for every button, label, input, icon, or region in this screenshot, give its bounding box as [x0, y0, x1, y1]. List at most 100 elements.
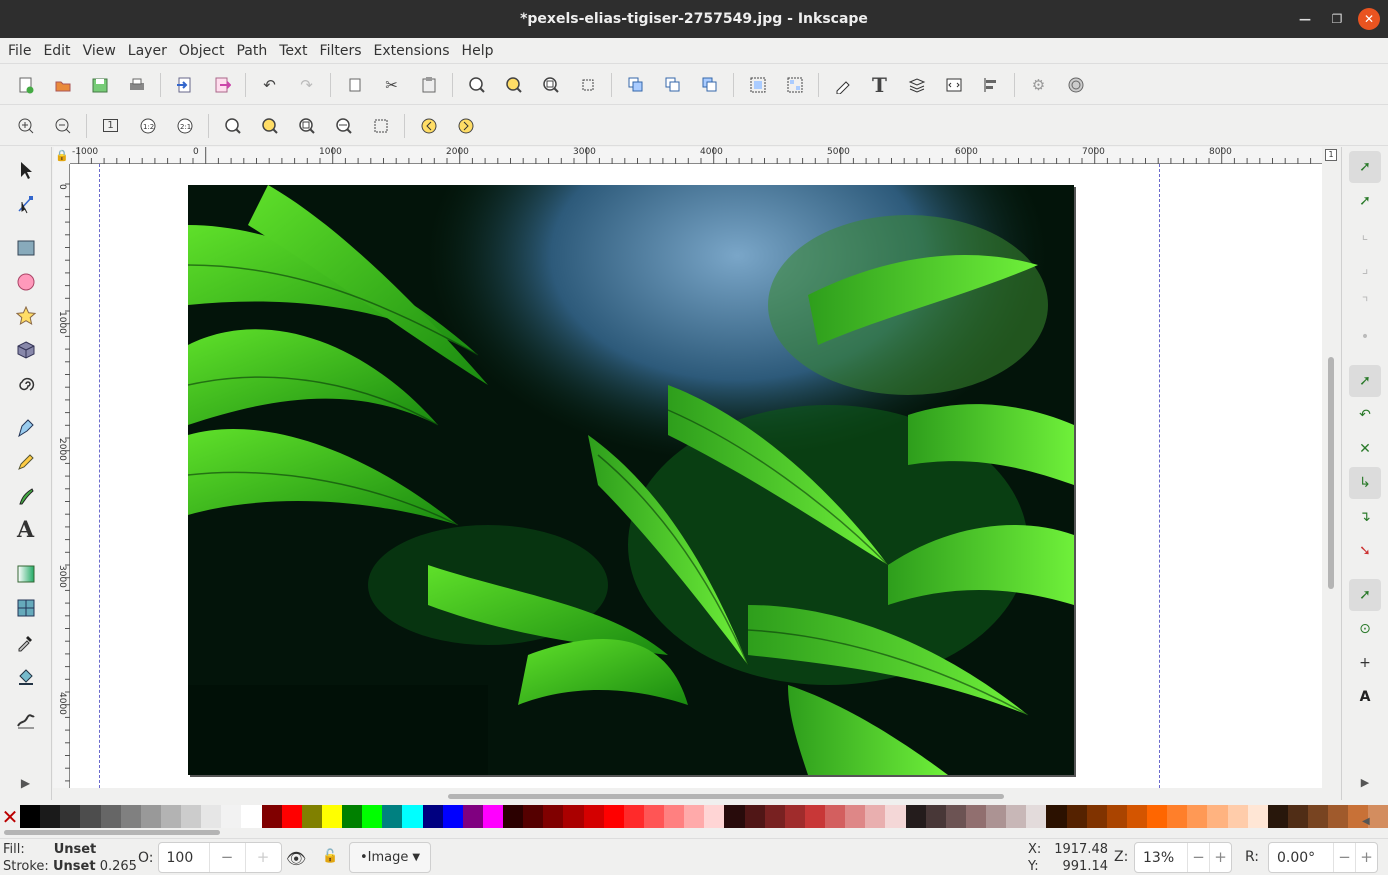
color-swatch[interactable]: [462, 805, 483, 828]
zoom-selection-icon[interactable]: [215, 110, 250, 142]
palette-menu-icon[interactable]: ◀: [1362, 816, 1370, 827]
menu-object[interactable]: Object: [173, 43, 231, 59]
snap-intersection-icon[interactable]: ✕: [1349, 433, 1381, 465]
fill-stroke-icon[interactable]: [825, 69, 860, 101]
snapbar-expand-icon[interactable]: ▶: [1349, 766, 1381, 798]
color-swatch[interactable]: [1328, 805, 1349, 828]
color-swatch[interactable]: [744, 805, 765, 828]
drawing-canvas[interactable]: [70, 164, 1322, 788]
lock-guides-icon[interactable]: 🔒: [54, 147, 70, 164]
save-icon[interactable]: [82, 69, 117, 101]
layer-visibility-icon[interactable]: 👁: [286, 849, 306, 868]
zoom-in-icon[interactable]: [8, 110, 43, 142]
selector-tool-icon[interactable]: [9, 153, 43, 187]
rectangle-tool-icon[interactable]: [9, 231, 43, 265]
redo-icon[interactable]: ↷: [289, 69, 324, 101]
color-swatch[interactable]: [100, 805, 121, 828]
no-paint-swatch[interactable]: ✕: [0, 805, 20, 829]
maximize-icon[interactable]: ❐: [1326, 8, 1348, 30]
color-swatch[interactable]: [1026, 805, 1047, 828]
rotation-increase-button[interactable]: +: [1355, 843, 1377, 872]
print-icon[interactable]: [119, 69, 154, 101]
color-swatch[interactable]: [603, 805, 624, 828]
paint-bucket-tool-icon[interactable]: [9, 659, 43, 693]
mesh-tool-icon[interactable]: [9, 591, 43, 625]
preferences-icon[interactable]: ⚙: [1021, 69, 1056, 101]
color-swatch[interactable]: [965, 805, 986, 828]
text-font-icon[interactable]: T: [862, 69, 897, 101]
menu-view[interactable]: View: [77, 43, 122, 59]
color-swatch[interactable]: [664, 805, 685, 828]
color-swatch[interactable]: [301, 805, 322, 828]
color-swatch[interactable]: [986, 805, 1007, 828]
color-swatch[interactable]: [1247, 805, 1268, 828]
color-swatch[interactable]: [80, 805, 101, 828]
color-swatch[interactable]: [1287, 805, 1308, 828]
align-distribute-icon[interactable]: [973, 69, 1008, 101]
zoom-page-icon[interactable]: [533, 69, 568, 101]
group-icon[interactable]: [740, 69, 775, 101]
ungroup-icon[interactable]: [777, 69, 812, 101]
color-swatch[interactable]: [342, 805, 363, 828]
fill-stroke-indicator[interactable]: Fill: Unset Stroke: Unset 0.265: [3, 841, 137, 875]
close-icon[interactable]: ✕: [1358, 8, 1380, 30]
snap-toggle-icon[interactable]: ➚: [1349, 151, 1381, 183]
opacity-value[interactable]: 100: [159, 850, 209, 866]
zoom-2-1-icon[interactable]: 2:1: [167, 110, 202, 142]
zoom-selection-icon[interactable]: [459, 69, 494, 101]
menu-filters[interactable]: Filters: [314, 43, 368, 59]
cut-icon[interactable]: ✂: [374, 69, 409, 101]
rotation-value[interactable]: 0.00°: [1269, 850, 1333, 866]
zoom-center-page-icon[interactable]: [363, 110, 398, 142]
toolbox-expand-icon[interactable]: ▶: [9, 766, 43, 800]
palette-scroll-thumb[interactable]: [4, 830, 220, 835]
color-swatch[interactable]: [684, 805, 705, 828]
import-icon[interactable]: [167, 69, 202, 101]
color-swatch[interactable]: [643, 805, 664, 828]
new-document-icon[interactable]: [8, 69, 43, 101]
color-swatch[interactable]: [221, 805, 242, 828]
color-swatch[interactable]: [825, 805, 846, 828]
opacity-decrease-button[interactable]: −: [208, 843, 245, 872]
calligraphy-tool-icon[interactable]: [9, 479, 43, 513]
color-swatch[interactable]: [1006, 805, 1027, 828]
duplicate-icon[interactable]: [618, 69, 653, 101]
color-swatch[interactable]: [764, 805, 785, 828]
snap-rotation-center-icon[interactable]: +: [1349, 647, 1381, 679]
color-swatch[interactable]: [885, 805, 906, 828]
color-swatch[interactable]: [865, 805, 886, 828]
xml-editor-icon[interactable]: [936, 69, 971, 101]
unlink-clone-icon[interactable]: [692, 69, 727, 101]
color-swatch[interactable]: [261, 805, 282, 828]
color-swatch[interactable]: [402, 805, 423, 828]
opacity-increase-button[interactable]: +: [244, 843, 281, 872]
color-swatch[interactable]: [20, 805, 41, 828]
menu-text[interactable]: Text: [273, 43, 313, 59]
color-swatch[interactable]: [1267, 805, 1288, 828]
zoom-previous-icon[interactable]: [411, 110, 446, 142]
dropper-tool-icon[interactable]: [9, 625, 43, 659]
color-swatch[interactable]: [623, 805, 644, 828]
menu-path[interactable]: Path: [230, 43, 273, 59]
horizontal-scroll-thumb[interactable]: [448, 794, 1004, 799]
zoom-out-icon[interactable]: [45, 110, 80, 142]
resize-page-icon[interactable]: [570, 69, 605, 101]
color-swatch[interactable]: [1126, 805, 1147, 828]
vertical-ruler[interactable]: 0 1000 2000 3000 4000: [53, 164, 70, 788]
snap-cusp-icon[interactable]: ↳: [1349, 467, 1381, 499]
menu-extensions[interactable]: Extensions: [368, 43, 456, 59]
color-swatch[interactable]: [201, 805, 222, 828]
snap-nodes-icon[interactable]: ➚: [1349, 365, 1381, 397]
color-swatch[interactable]: [321, 805, 342, 828]
layers-icon[interactable]: [899, 69, 934, 101]
color-swatch[interactable]: [181, 805, 202, 828]
zoom-value[interactable]: 13%: [1135, 850, 1187, 866]
snap-bbox-corner-icon[interactable]: ⌟: [1349, 253, 1381, 285]
zoom-page-icon[interactable]: [289, 110, 324, 142]
color-swatch[interactable]: [1368, 805, 1388, 828]
star-tool-icon[interactable]: [9, 299, 43, 333]
horizontal-ruler[interactable]: -1000 0 1000 2000 3000 4000 5000 6000 70…: [70, 147, 1322, 164]
ellipse-tool-icon[interactable]: [9, 265, 43, 299]
fill-value[interactable]: Unset: [54, 842, 97, 857]
color-swatch[interactable]: [362, 805, 383, 828]
